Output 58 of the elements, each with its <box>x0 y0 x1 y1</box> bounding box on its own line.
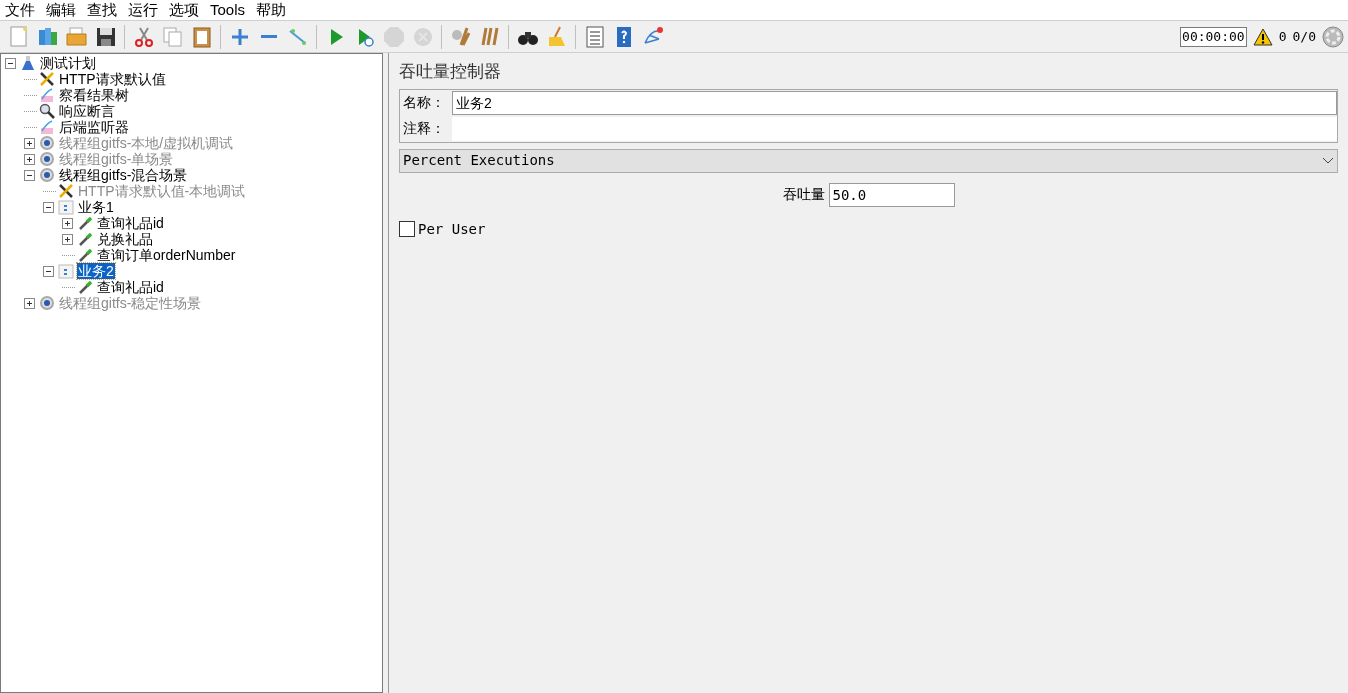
tree-item[interactable]: 线程组gitfs-混合场景 <box>58 167 189 183</box>
menu-item[interactable]: 帮助 <box>256 1 287 19</box>
pipette-icon <box>77 215 93 231</box>
gear-icon <box>39 151 55 167</box>
thread-count: 0/0 <box>1292 27 1316 46</box>
pipette-icon <box>77 279 93 295</box>
wrench-screwdriver-icon <box>58 183 74 199</box>
gear-icon <box>39 295 55 311</box>
tree-item[interactable]: HTTP请求默认值 <box>58 71 167 87</box>
chart-icon <box>39 119 55 135</box>
collapse-toggle[interactable] <box>5 57 16 69</box>
menu-item[interactable]: 查找 <box>87 1 117 19</box>
warning-icon <box>1252 27 1273 46</box>
collapse-toggle[interactable] <box>43 201 54 213</box>
copy-icon <box>160 24 185 49</box>
status-indicator-icon <box>1322 25 1344 48</box>
collapse-toggle[interactable] <box>43 265 54 277</box>
tree-item[interactable]: 业务2 <box>77 263 115 279</box>
folder-icon <box>64 24 89 49</box>
menu-item[interactable]: 运行 <box>128 1 158 19</box>
pipette-icon <box>77 231 93 247</box>
minus-icon <box>260 35 277 38</box>
field-label: 名称： <box>402 93 446 112</box>
menu-item[interactable]: 编辑 <box>46 1 76 19</box>
tree-item[interactable]: 响应断言 <box>58 103 116 119</box>
tree-item[interactable]: 查询礼品id <box>96 279 165 295</box>
wrench-screwdriver-icon <box>39 71 55 87</box>
chart-icon <box>39 87 55 103</box>
tree-item[interactable]: 查询礼品id <box>96 215 165 231</box>
timer-display: 00:00:00 <box>1180 26 1247 47</box>
tree-item[interactable]: 兑换礼品 <box>96 231 154 247</box>
gear-icon <box>39 167 55 183</box>
tree-item[interactable]: 测试计划 <box>39 55 97 71</box>
gear-icon <box>39 135 55 151</box>
mode-dropdown[interactable]: Percent Executions <box>399 148 1338 173</box>
tree-item[interactable]: 查询订单orderNumber <box>96 247 237 263</box>
warning-count: 0 <box>1278 27 1287 46</box>
tree-item[interactable]: 业务1 <box>77 199 115 215</box>
expand-toggle[interactable] <box>62 233 73 245</box>
menu-item[interactable]: 文件 <box>5 1 35 19</box>
stop-sign-icon <box>381 24 406 49</box>
field-label: 注释： <box>402 119 446 138</box>
caret-icon <box>1322 156 1334 165</box>
throughput-label: 吞吐量 <box>782 185 825 204</box>
collapse-toggle[interactable] <box>24 169 35 181</box>
throughput-field[interactable]: 50.0 <box>828 182 955 207</box>
tree-item[interactable]: 后端监听器 <box>58 119 130 135</box>
checkbox-label: Per User <box>418 219 486 239</box>
tree-item[interactable]: 察看结果树 <box>58 87 130 103</box>
expand-toggle[interactable] <box>62 217 73 229</box>
comment-field[interactable] <box>452 116 1337 141</box>
magnifier-icon <box>39 103 55 119</box>
per-user-checkbox[interactable] <box>399 221 415 237</box>
name-field[interactable]: 业务2 <box>452 90 1337 115</box>
flask-icon <box>20 55 36 71</box>
panel-title: 吞吐量控制器 <box>399 61 502 83</box>
menu-item[interactable]: Tools <box>210 1 246 19</box>
menu-item[interactable]: 选项 <box>169 1 199 19</box>
